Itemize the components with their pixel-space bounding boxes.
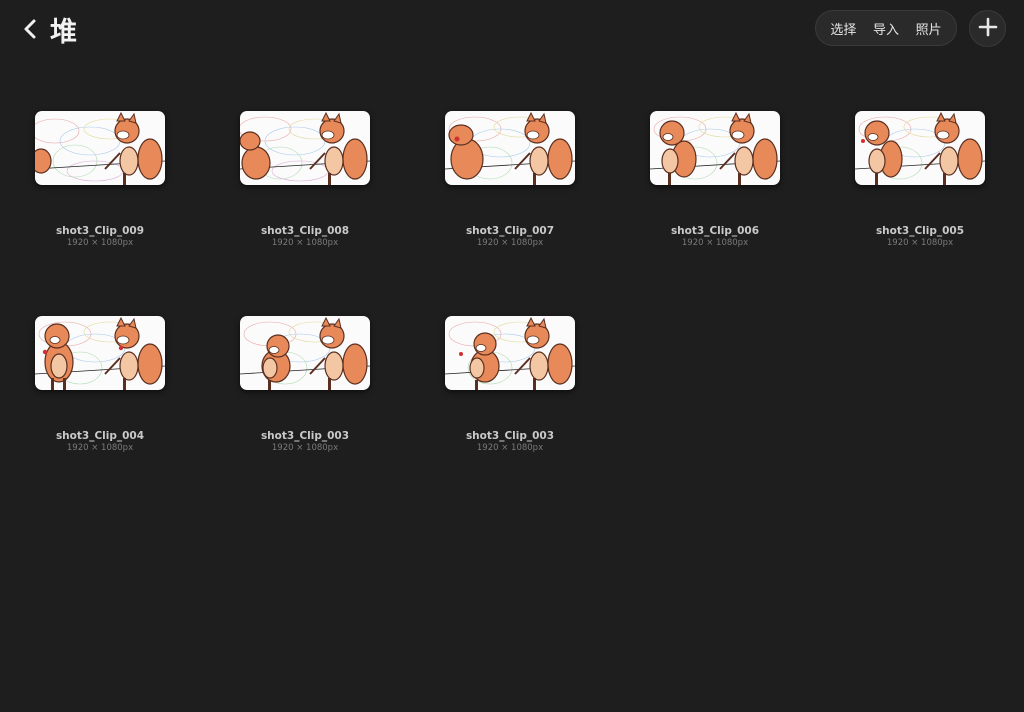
artwork-tile[interactable]: shot3_Clip_006 1920 × 1080px [635, 111, 795, 261]
artwork-thumbnail [240, 111, 370, 185]
artwork-name: shot3_Clip_006 [670, 225, 760, 237]
artwork-tile[interactable]: shot3_Clip_007 1920 × 1080px [430, 111, 590, 261]
artwork-name: shot3_Clip_003 [260, 430, 350, 442]
artwork-tile[interactable]: shot3_Clip_004 1920 × 1080px [20, 316, 180, 466]
artwork-thumbnail [35, 111, 165, 185]
artwork-thumbnail [650, 111, 780, 185]
artwork-thumbnail [445, 111, 575, 185]
artwork-grid: shot3_Clip_009 1920 × 1080px shot3_Clip_… [0, 0, 1024, 712]
artwork-dimensions: 1920 × 1080px [66, 443, 134, 453]
artwork-dimensions: 1920 × 1080px [271, 443, 339, 453]
artwork-dimensions: 1920 × 1080px [476, 238, 544, 248]
artwork-dimensions: 1920 × 1080px [476, 443, 544, 453]
artwork-name: shot3_Clip_003 [465, 430, 555, 442]
artwork-dimensions: 1920 × 1080px [66, 238, 134, 248]
artwork-stack-page: 堆 选择 导入 照片 shot3_Clip_009 1920 × 1080px … [0, 0, 1024, 712]
artwork-thumbnail [240, 316, 370, 390]
artwork-tile[interactable]: shot3_Clip_009 1920 × 1080px [20, 111, 180, 261]
artwork-thumbnail [35, 316, 165, 390]
artwork-dimensions: 1920 × 1080px [271, 238, 339, 248]
artwork-dimensions: 1920 × 1080px [886, 238, 954, 248]
artwork-name: shot3_Clip_007 [465, 225, 555, 237]
artwork-name: shot3_Clip_009 [55, 225, 145, 237]
artwork-thumbnail [445, 316, 575, 390]
artwork-dimensions: 1920 × 1080px [681, 238, 749, 248]
artwork-name: shot3_Clip_004 [55, 430, 145, 442]
artwork-name: shot3_Clip_005 [875, 225, 965, 237]
artwork-tile[interactable]: shot3_Clip_008 1920 × 1080px [225, 111, 385, 261]
artwork-tile[interactable]: shot3_Clip_005 1920 × 1080px [840, 111, 1000, 261]
artwork-tile[interactable]: shot3_Clip_003 1920 × 1080px [225, 316, 385, 466]
artwork-thumbnail [855, 111, 985, 185]
artwork-tile[interactable]: shot3_Clip_003 1920 × 1080px [430, 316, 590, 466]
artwork-name: shot3_Clip_008 [260, 225, 350, 237]
